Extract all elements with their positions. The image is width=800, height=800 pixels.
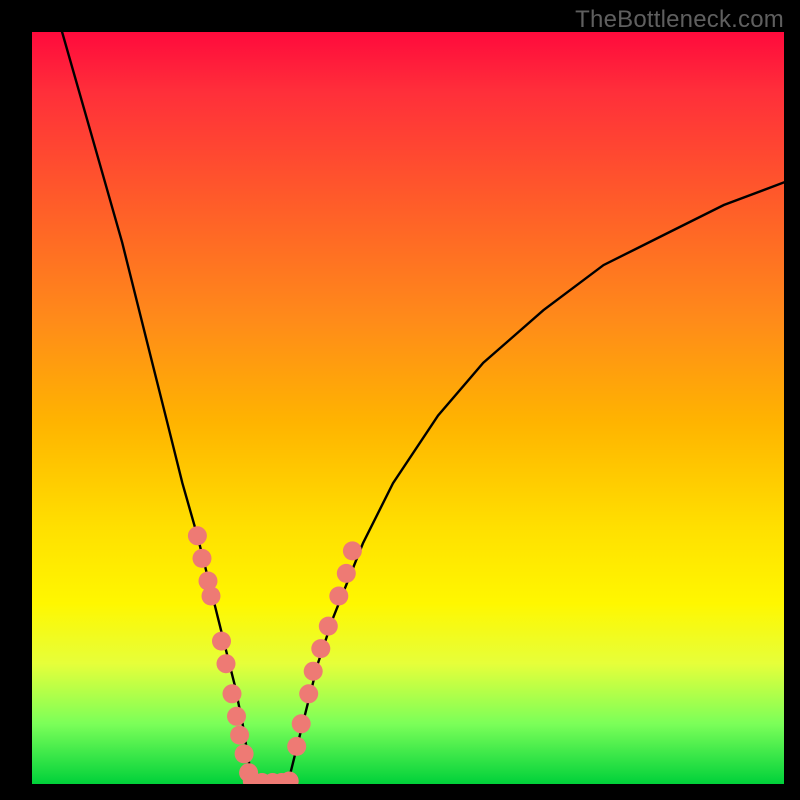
data-dot	[188, 526, 207, 545]
data-dot	[212, 632, 231, 651]
bottleneck-curve-svg	[32, 32, 784, 784]
data-dots	[188, 526, 362, 784]
bottleneck-curve	[62, 32, 784, 784]
data-dot	[230, 726, 249, 745]
data-dot	[235, 744, 254, 763]
data-dot	[287, 737, 306, 756]
data-dot	[311, 639, 330, 658]
data-dot	[193, 549, 212, 568]
data-dot	[299, 684, 318, 703]
watermark-text: TheBottleneck.com	[575, 6, 784, 34]
data-dot	[319, 617, 338, 636]
data-dot	[202, 587, 221, 606]
data-dot	[217, 654, 236, 673]
chart-frame: TheBottleneck.com	[0, 0, 800, 800]
data-dot	[292, 714, 311, 733]
plot-area	[32, 32, 784, 784]
data-dot	[227, 707, 246, 726]
data-dot	[223, 684, 242, 703]
data-dot	[304, 662, 323, 681]
data-dot	[343, 541, 362, 560]
data-dot	[329, 587, 348, 606]
data-dot	[337, 564, 356, 583]
